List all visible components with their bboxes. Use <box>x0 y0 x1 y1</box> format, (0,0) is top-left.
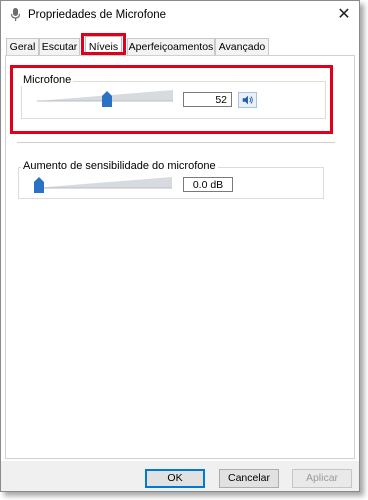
tab-geral[interactable]: Geral <box>6 38 39 55</box>
boost-level-value[interactable]: 0.0 dB <box>183 177 233 192</box>
tab-label: Escutar <box>41 41 78 53</box>
close-icon: ✕ <box>337 6 351 23</box>
divider <box>17 142 335 143</box>
apply-button[interactable]: Aplicar <box>292 469 352 488</box>
title-bar: Propriedades de Microfone ✕ <box>1 1 359 31</box>
ok-button[interactable]: OK <box>145 469 205 488</box>
boost-slider-track[interactable] <box>34 177 172 189</box>
window-title: Propriedades de Microfone <box>28 9 167 21</box>
cancel-button[interactable]: Cancelar <box>219 469 279 488</box>
properties-dialog: Propriedades de Microfone ✕ Geral Escuta… <box>0 0 360 492</box>
boost-group-label: Aumento de sensibilidade do microfone <box>21 160 218 172</box>
tab-label: Geral <box>9 41 36 53</box>
dialog-footer: OK Cancelar Aplicar <box>1 461 359 491</box>
microphone-icon <box>10 8 21 21</box>
microphone-highlight-frame <box>10 65 333 134</box>
tab-avancado[interactable]: Avançado <box>215 38 269 55</box>
close-button[interactable]: ✕ <box>329 1 359 29</box>
boost-slider-thumb[interactable] <box>34 177 44 193</box>
tab-escutar[interactable]: Escutar <box>39 38 80 55</box>
active-tab-highlight <box>81 33 126 55</box>
tab-label: Aperfeiçoamentos <box>128 41 214 53</box>
tab-aperfeicoamentos[interactable]: Aperfeiçoamentos <box>127 38 215 55</box>
tab-label: Avançado <box>218 41 266 53</box>
